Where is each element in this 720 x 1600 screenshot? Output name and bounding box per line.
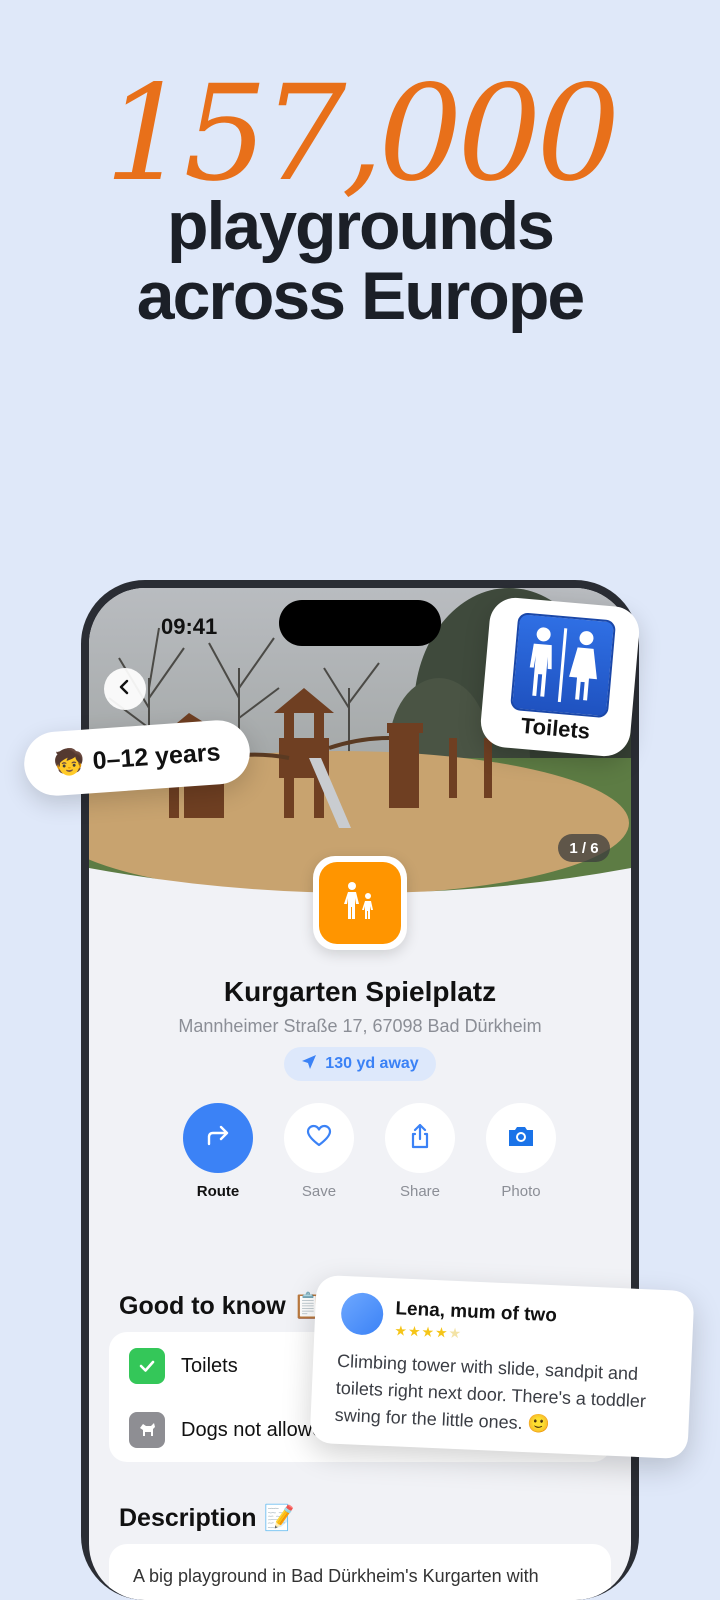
restroom-icon [509,612,617,719]
route-label: Route [196,1183,240,1200]
place-name: Kurgarten Spielplatz [223,976,497,1007]
description-card: A big playground in Bad Dürkheim's Kurga… [109,1544,611,1600]
chevron-left-icon [117,679,133,700]
review-card: Lena, mum of two ★★★★★ Climbing tower wi… [309,1274,695,1460]
hero-line-1: playgrounds [166,188,555,264]
route-button[interactable]: Route [173,1103,263,1200]
avatar [340,1291,385,1336]
dynamic-island [279,600,441,646]
save-label: Save [301,1183,337,1200]
save-button[interactable]: Save [274,1103,364,1200]
photo-counter: 1 / 6 [558,834,610,862]
toilets-badge: Toilets [478,595,642,759]
camera-icon [506,1122,536,1155]
dog-icon [129,1412,165,1448]
check-icon [129,1348,165,1384]
photo-button[interactable]: Photo [476,1103,566,1200]
share-label: Share [399,1183,441,1200]
good-to-know-title: Good to know 📋 [119,1292,324,1320]
description-text: A big playground in Bad Dürkheim's Kurga… [133,1566,539,1586]
age-range-label: 0–12 years [91,737,222,775]
status-time: 09:41 [161,614,218,639]
family-walking-icon [338,879,382,928]
hero-number: 157,000 [104,57,621,211]
child-emoji: 🧒 [52,747,86,778]
toilets-badge-label: Toilets [519,712,592,744]
back-button[interactable] [104,668,146,710]
share-icon [406,1122,434,1155]
description-title: Description 📝 [119,1504,295,1532]
heart-icon [305,1122,333,1155]
info-row-toilets: Toilets [129,1348,238,1384]
review-text: Climbing tower with slide, sandpit and t… [334,1350,647,1435]
photo-label: Photo [501,1183,541,1200]
location-arrow-icon [301,1054,317,1075]
filled-stars: ★★★★ [394,1322,450,1341]
place-address: Mannheimer Straße 17, 67098 Bad Dürkheim [178,1016,542,1036]
info-row-dogs: Dogs not allowed [129,1412,334,1448]
route-arrow-icon [204,1122,232,1155]
info-label-toilets: Toilets [181,1354,238,1377]
star-rating: ★★★★★ [394,1322,462,1342]
hero-line-2: across Europe [136,258,585,334]
share-button[interactable]: Share [375,1103,465,1200]
distance-badge[interactable]: 130 yd away [284,1047,436,1081]
empty-star: ★ [448,1324,463,1342]
category-icon-tile [313,856,407,950]
distance-text: 130 yd away [325,1055,419,1072]
